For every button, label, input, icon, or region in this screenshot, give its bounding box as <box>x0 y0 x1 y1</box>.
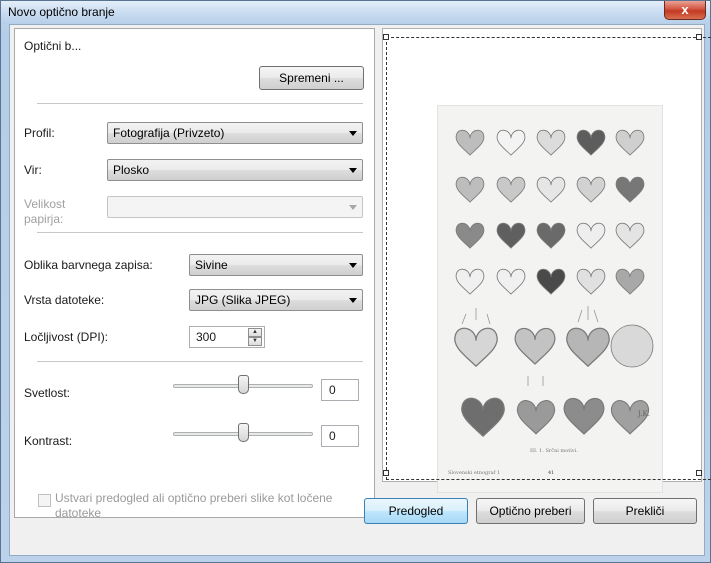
title-bar[interactable]: Novo optično branje x <box>1 1 710 24</box>
spinner-buttons[interactable]: ▲ ▼ <box>248 328 262 346</box>
preview-button-label: Predogled <box>388 504 444 518</box>
brightness-label: Svetlost: <box>24 386 71 400</box>
resolution-spinner[interactable]: 300 ▲ ▼ <box>189 326 265 348</box>
chevron-down-icon <box>349 205 357 210</box>
separate-files-checkbox[interactable] <box>38 494 51 507</box>
crop-selection[interactable] <box>386 37 711 480</box>
close-button[interactable]: x <box>664 1 706 20</box>
preview-panel: III. 1. Srčni motivi. Slovenski etnograf… <box>382 28 711 493</box>
change-scanner-button[interactable]: Spremeni ... <box>259 66 364 90</box>
spin-up-icon[interactable]: ▲ <box>248 328 262 337</box>
brightness-input[interactable]: 0 <box>321 379 359 401</box>
profile-value: Fotografija (Privzeto) <box>113 126 225 140</box>
brightness-slider-thumb[interactable] <box>238 375 249 394</box>
chevron-down-icon <box>349 168 357 173</box>
cancel-button-label: Prekliči <box>625 504 665 518</box>
crop-handle-top-right[interactable] <box>696 34 702 40</box>
scan-dialog-window: Novo optično branje x Optični b... Sprem… <box>0 0 711 563</box>
separate-files-label: Ustvari predogled ali optično preberi sl… <box>55 491 333 520</box>
contrast-slider-thumb[interactable] <box>238 423 249 442</box>
file-type-select[interactable]: JPG (Slika JPEG) <box>189 289 363 311</box>
resolution-value: 300 <box>196 330 217 344</box>
color-format-label: Oblika barvnega zapisa: <box>24 258 153 272</box>
close-icon: x <box>681 2 689 17</box>
paper-size-select <box>107 196 363 218</box>
profile-label: Profil: <box>24 126 55 140</box>
source-select[interactable]: Plosko <box>107 159 363 181</box>
change-scanner-label: Spremeni ... <box>279 71 344 85</box>
crop-handle-bottom-left[interactable] <box>383 470 389 476</box>
file-type-label: Vrsta datoteke: <box>24 293 105 307</box>
contrast-value: 0 <box>329 429 336 443</box>
cancel-button[interactable]: Prekliči <box>593 498 697 524</box>
divider <box>37 232 363 233</box>
dialog-client-area: Optični b... Spremeni ... Profil: Fotogr… <box>9 24 711 556</box>
divider <box>37 103 363 104</box>
scan-button-label: Optično preberi <box>489 504 572 518</box>
spin-down-icon[interactable]: ▼ <box>248 337 262 346</box>
chevron-down-icon <box>349 131 357 136</box>
contrast-label: Kontrast: <box>24 434 73 448</box>
file-type-value: JPG (Slika JPEG) <box>195 293 291 307</box>
brightness-value: 0 <box>329 383 336 397</box>
paper-size-label: Velikost papirja: <box>24 197 66 226</box>
profile-select[interactable]: Fotografija (Privzeto) <box>107 122 363 144</box>
chevron-down-icon <box>349 263 357 268</box>
preview-button[interactable]: Predogled <box>364 498 468 524</box>
crop-handle-top-left[interactable] <box>383 34 389 40</box>
divider <box>37 361 363 362</box>
contrast-input[interactable]: 0 <box>321 425 359 447</box>
scan-button[interactable]: Optično preberi <box>476 498 585 524</box>
window-title: Novo optično branje <box>8 5 115 19</box>
color-format-value: Sivine <box>195 258 228 272</box>
settings-panel: Optični b... Spremeni ... Profil: Fotogr… <box>14 28 375 520</box>
scanner-label: Optični b... <box>24 39 82 53</box>
color-format-select[interactable]: Sivine <box>189 254 363 276</box>
chevron-down-icon <box>349 298 357 303</box>
crop-handle-bottom-right[interactable] <box>696 470 702 476</box>
resolution-label: Ločljivost (DPI): <box>24 330 109 344</box>
source-label: Vir: <box>24 163 42 177</box>
source-value: Plosko <box>113 163 150 177</box>
